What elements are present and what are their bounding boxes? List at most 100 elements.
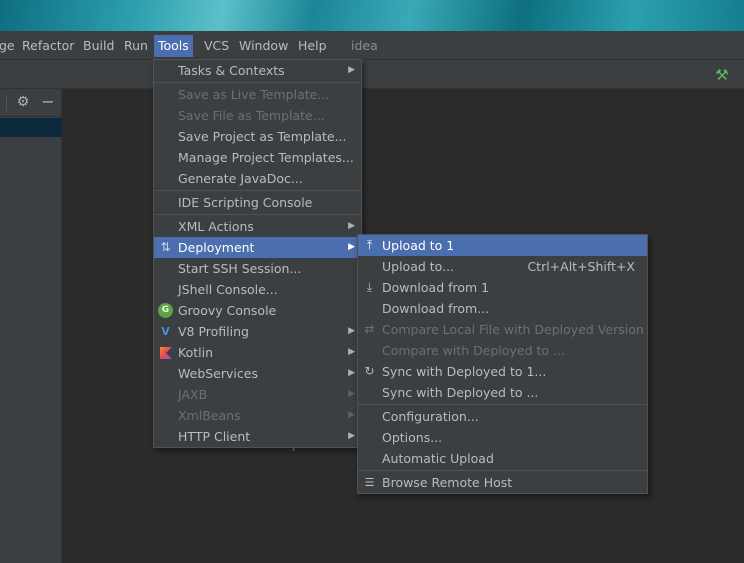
project-tool-window: ⚙ − (0, 89, 62, 563)
menu-item-label: Manage Project Templates... (178, 150, 354, 165)
menu-item-label: JAXB (178, 387, 208, 402)
menu-separator (154, 82, 361, 83)
menu-item-label: Browse Remote Host (382, 475, 513, 490)
menu-item-options[interactable]: Options... (358, 427, 647, 448)
menu-item-manage-project-templates[interactable]: Manage Project Templates... (154, 147, 361, 168)
menu-tools[interactable]: Tools (154, 35, 193, 57)
tools-menu: Tasks & Contexts ▶ Save as Live Template.… (153, 59, 362, 448)
submenu-arrow-icon: ▶ (348, 410, 355, 420)
browse-icon: ☰ (364, 476, 375, 489)
gear-icon[interactable]: ⚙ (15, 93, 31, 111)
menu-item-label: Save Project as Template... (178, 129, 347, 144)
menu-item-save-project-template[interactable]: Save Project as Template... (154, 126, 361, 147)
menu-item-jaxb[interactable]: JAXB ▶ (154, 384, 361, 405)
menu-item-label: IDE Scripting Console (178, 195, 313, 210)
menu-item-kotlin[interactable]: Kotlin ▶ (154, 342, 361, 363)
submenu-arrow-icon: ▶ (348, 389, 355, 399)
menu-item-label: Upload to 1 (382, 238, 455, 253)
menu-item-webservices[interactable]: WebServices ▶ (154, 363, 361, 384)
submenu-arrow-icon: ▶ (348, 368, 355, 378)
deployment-submenu: ⤒ Upload to 1 Upload to... Ctrl+Alt+Shift+… (357, 234, 648, 494)
menu-item-label: XML Actions (178, 219, 254, 234)
menu-refactor[interactable]: Refactor (18, 35, 78, 57)
menu-item-label: Compare with Deployed to ... (382, 343, 565, 358)
main-toolbar: ⚒ (0, 60, 744, 89)
menu-item-label: Configuration... (382, 409, 479, 424)
menu-navigate[interactable]: ge (0, 35, 19, 57)
hide-icon[interactable]: − (41, 93, 55, 111)
submenu-arrow-icon: ▶ (348, 326, 355, 336)
menu-item-label: Upload to... (382, 259, 455, 274)
upload-icon: ⤒ (366, 238, 373, 252)
menu-item-label: Sync with Deployed to ... (382, 385, 539, 400)
menu-item-configuration[interactable]: Configuration... (358, 406, 647, 427)
menu-item-upload-to[interactable]: Upload to... Ctrl+Alt+Shift+X (358, 256, 647, 277)
menu-item-label: Compare Local File with Deployed Version (382, 322, 644, 337)
menu-item-deployment[interactable]: ⇅ Deployment ▶ (154, 237, 361, 258)
menu-separator (358, 404, 647, 405)
menu-item-xmlbeans[interactable]: XmlBeans ▶ (154, 405, 361, 426)
deployment-icon: ⇅ (160, 240, 171, 254)
menu-item-label: Download from 1 (382, 280, 490, 295)
menu-item-label: XmlBeans (178, 408, 241, 423)
menu-item-generate-javadoc[interactable]: Generate JavaDoc... (154, 168, 361, 189)
menu-run[interactable]: Run (120, 35, 152, 57)
menu-item-save-file-template[interactable]: Save File as Template... (154, 105, 361, 126)
menu-bar: ge Refactor Build Run Tools VCS Window H… (0, 31, 744, 60)
menu-item-sync-with-deployed[interactable]: Sync with Deployed to ... (358, 382, 647, 403)
menu-window[interactable]: Window (235, 35, 292, 57)
download-icon: ⤓ (366, 280, 373, 294)
menu-item-browse-remote-host[interactable]: ☰ Browse Remote Host (358, 472, 647, 493)
menu-item-tasks-contexts[interactable]: Tasks & Contexts ▶ (154, 60, 361, 81)
menu-item-groovy-console[interactable]: G Groovy Console (154, 300, 361, 321)
header-divider (6, 95, 7, 111)
menu-item-compare-with-deployed[interactable]: Compare with Deployed to ... (358, 340, 647, 361)
menu-item-label: Kotlin (178, 345, 213, 360)
menu-help[interactable]: Help (294, 35, 331, 57)
menu-item-label: WebServices (178, 366, 258, 381)
menu-item-label: Save File as Template... (178, 108, 325, 123)
tool-window-header: ⚙ − (0, 89, 62, 117)
menu-item-xml-actions[interactable]: XML Actions ▶ (154, 216, 361, 237)
menu-item-label: JShell Console... (178, 282, 278, 297)
shortcut-label: Ctrl+Alt+Shift+X (527, 259, 635, 274)
menu-item-label: Options... (382, 430, 443, 445)
menu-item-jshell-console[interactable]: JShell Console... (154, 279, 361, 300)
selected-tree-row[interactable] (0, 118, 62, 137)
menu-item-download-from-1[interactable]: ⤓ Download from 1 (358, 277, 647, 298)
menu-item-label: Generate JavaDoc... (178, 171, 303, 186)
submenu-arrow-icon: ▶ (348, 65, 355, 75)
build-hammer-icon[interactable]: ⚒ (713, 66, 731, 84)
submenu-arrow-icon: ▶ (348, 347, 355, 357)
menu-item-download-from[interactable]: Download from... (358, 298, 647, 319)
submenu-arrow-icon: ▶ (348, 242, 355, 252)
menu-item-label: Sync with Deployed to 1... (382, 364, 547, 379)
menu-item-sync-with-deployed-1[interactable]: ↻ Sync with Deployed to 1... (358, 361, 647, 382)
menu-item-label: Deployment (178, 240, 255, 255)
kotlin-icon (160, 347, 172, 359)
menu-item-start-ssh-session[interactable]: Start SSH Session... (154, 258, 361, 279)
submenu-arrow-icon: ▶ (348, 221, 355, 231)
groovy-icon: G (158, 303, 173, 318)
project-name: idea (351, 38, 378, 53)
menu-item-label: Automatic Upload (382, 451, 494, 466)
menu-item-v8-profiling[interactable]: V V8 Profiling ▶ (154, 321, 361, 342)
menu-item-compare-local-file[interactable]: ⇄ Compare Local File with Deployed Versio… (358, 319, 647, 340)
menu-item-label: Groovy Console (178, 303, 277, 318)
menu-item-save-live-template[interactable]: Save as Live Template... (154, 84, 361, 105)
v8-icon: V (161, 325, 170, 338)
menu-item-ide-scripting-console[interactable]: IDE Scripting Console (154, 192, 361, 213)
menu-item-http-client[interactable]: HTTP Client ▶ (154, 426, 361, 447)
menu-separator (154, 214, 361, 215)
submenu-arrow-icon: ▶ (348, 431, 355, 441)
menu-item-upload-to-1[interactable]: ⤒ Upload to 1 (358, 235, 647, 256)
menu-build[interactable]: Build (79, 35, 118, 57)
menu-item-automatic-upload[interactable]: Automatic Upload (358, 448, 647, 469)
compare-icon: ⇄ (364, 322, 375, 336)
menu-item-label: HTTP Client (178, 429, 251, 444)
menu-item-label: Save as Live Template... (178, 87, 330, 102)
sync-icon: ↻ (364, 364, 375, 378)
menu-item-label: Tasks & Contexts (178, 63, 285, 78)
menu-item-label: Start SSH Session... (178, 261, 302, 276)
menu-vcs[interactable]: VCS (200, 35, 233, 57)
